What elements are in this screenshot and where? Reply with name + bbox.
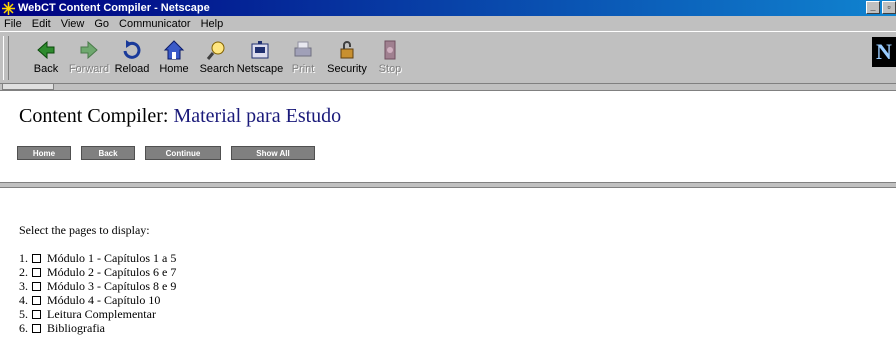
page-checkbox[interactable] bbox=[32, 309, 41, 319]
back-label: Back bbox=[33, 63, 59, 75]
netscape-icon bbox=[251, 41, 269, 59]
minimize-button[interactable]: _ bbox=[866, 1, 880, 14]
list-item: 1. Módulo 1 - Capítulos 1 a 5 bbox=[19, 251, 176, 265]
security-lock-icon bbox=[340, 41, 354, 59]
menu-bar: File Edit View Go Communicator Help bbox=[0, 16, 896, 31]
continue-nav-button[interactable]: Continue bbox=[145, 146, 221, 160]
search-label: Search bbox=[199, 63, 235, 75]
home-button[interactable]: Home bbox=[152, 35, 196, 79]
item-number: 5. bbox=[19, 307, 28, 321]
print-icon bbox=[294, 41, 312, 57]
page-checkbox[interactable] bbox=[32, 295, 41, 305]
item-number: 3. bbox=[19, 279, 28, 293]
page-checkbox[interactable] bbox=[32, 253, 41, 263]
home-label: Home bbox=[159, 63, 189, 75]
back-arrow-icon bbox=[37, 40, 55, 60]
item-label: Módulo 2 - Capítulos 6 e 7 bbox=[47, 265, 177, 279]
menu-communicator[interactable]: Communicator bbox=[114, 18, 196, 30]
item-label: Módulo 1 - Capítulos 1 a 5 bbox=[47, 251, 177, 265]
window-title: WebCT Content Compiler - Netscape bbox=[18, 2, 210, 14]
navigation-toolbar: Back Forward Reload Home Search Netscape… bbox=[0, 31, 896, 84]
content-frame: Select the pages to display: 1. Módulo 1… bbox=[0, 188, 896, 338]
menu-help[interactable]: Help bbox=[196, 18, 229, 30]
page-title-main: Content Compiler: bbox=[19, 105, 169, 127]
pages-list: 1. Módulo 1 - Capítulos 1 a 5 2. Módulo … bbox=[19, 251, 176, 335]
window-titlebar[interactable]: WebCT Content Compiler - Netscape _ ▫ bbox=[0, 0, 896, 16]
print-button[interactable]: Print bbox=[281, 35, 325, 79]
reload-label: Reload bbox=[114, 63, 150, 75]
item-label: Módulo 3 - Capítulos 8 e 9 bbox=[47, 279, 177, 293]
security-button[interactable]: Security bbox=[325, 35, 369, 79]
stop-button[interactable]: Stop bbox=[368, 35, 412, 79]
home-nav-button[interactable]: Home bbox=[17, 146, 71, 160]
netscape-button[interactable]: Netscape bbox=[236, 35, 284, 79]
stop-icon bbox=[384, 40, 396, 60]
list-item: 2. Módulo 2 - Capítulos 6 e 7 bbox=[19, 265, 176, 279]
instruction-text: Select the pages to display: bbox=[19, 223, 150, 237]
stop-label: Stop bbox=[378, 63, 402, 75]
page-subtitle: Material para Estudo bbox=[173, 105, 342, 127]
reload-button[interactable]: Reload bbox=[110, 35, 154, 79]
list-item: 5. Leitura Complementar bbox=[19, 307, 176, 321]
item-number: 2. bbox=[19, 265, 28, 279]
search-button[interactable]: Search bbox=[195, 35, 239, 79]
netscape-logo[interactable]: N bbox=[872, 37, 896, 67]
menu-view[interactable]: View bbox=[56, 18, 90, 30]
forward-label: Forward bbox=[68, 63, 110, 75]
header-frame: Content Compiler: Material para Estudo H… bbox=[0, 90, 896, 182]
maximize-button[interactable]: ▫ bbox=[882, 1, 896, 14]
netscape-label: Netscape bbox=[236, 63, 284, 75]
nav-button-bar: Home Back Continue Show All bbox=[17, 146, 315, 160]
forward-arrow-icon bbox=[80, 40, 98, 60]
item-label: Módulo 4 - Capítulo 10 bbox=[47, 293, 161, 307]
netscape-app-icon bbox=[2, 1, 15, 15]
forward-button[interactable]: Forward bbox=[67, 35, 111, 79]
toolbar-grip[interactable] bbox=[3, 36, 9, 80]
menu-file[interactable]: File bbox=[0, 18, 27, 30]
item-number: 1. bbox=[19, 251, 28, 265]
print-label: Print bbox=[291, 63, 315, 75]
item-label: Bibliografia bbox=[47, 321, 105, 335]
search-icon bbox=[206, 41, 225, 60]
item-number: 4. bbox=[19, 293, 28, 307]
home-icon bbox=[163, 40, 185, 60]
page-checkbox[interactable] bbox=[32, 323, 41, 333]
security-label: Security bbox=[327, 63, 367, 75]
item-number: 6. bbox=[19, 321, 28, 335]
list-item: 4. Módulo 4 - Capítulo 10 bbox=[19, 293, 176, 307]
list-item: 3. Módulo 3 - Capítulos 8 e 9 bbox=[19, 279, 176, 293]
list-item: 6. Bibliografia bbox=[19, 321, 176, 335]
back-nav-button[interactable]: Back bbox=[81, 146, 135, 160]
back-button[interactable]: Back bbox=[24, 35, 68, 79]
show-all-nav-button[interactable]: Show All bbox=[231, 146, 315, 160]
menu-edit[interactable]: Edit bbox=[27, 18, 56, 30]
reload-icon bbox=[123, 40, 141, 59]
menu-go[interactable]: Go bbox=[89, 18, 114, 30]
page-checkbox[interactable] bbox=[32, 267, 41, 277]
item-label: Leitura Complementar bbox=[47, 307, 156, 321]
page-title: Content Compiler: Material para Estudo bbox=[19, 105, 341, 128]
page-checkbox[interactable] bbox=[32, 281, 41, 291]
